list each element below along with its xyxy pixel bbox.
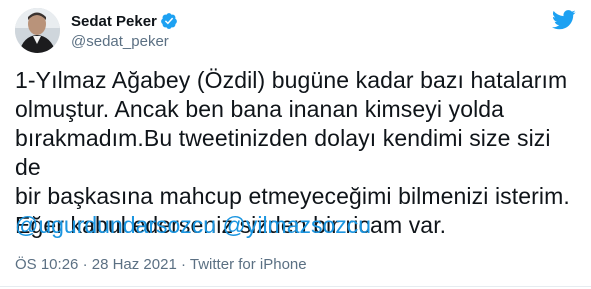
twitter-bird-icon[interactable] bbox=[552, 10, 576, 30]
avatar-image bbox=[15, 8, 60, 53]
tweet-mentions: @ugurdundarsozcu @yilmazsozcu bbox=[15, 211, 371, 240]
divider bbox=[0, 286, 591, 287]
mention-link[interactable]: @ugurdundarsozcu bbox=[15, 212, 216, 238]
tweet-header: Sedat Peker @sedat_peker bbox=[15, 8, 576, 54]
tweet-time[interactable]: ÖS 10:26 bbox=[15, 256, 78, 273]
avatar[interactable] bbox=[15, 8, 60, 53]
meta-separator: · bbox=[82, 256, 88, 273]
meta-separator: · bbox=[180, 256, 186, 273]
mention-link[interactable]: @yilmazsozcu bbox=[222, 212, 371, 238]
tweet-meta: ÖS 10:26 · 28 Haz 2021 · Twitter for iPh… bbox=[15, 256, 307, 273]
author-handle[interactable]: @sedat_peker bbox=[71, 33, 178, 50]
author-display-name[interactable]: Sedat Peker bbox=[71, 13, 157, 30]
tweet-date[interactable]: 28 Haz 2021 bbox=[92, 256, 177, 273]
verified-badge-icon bbox=[160, 12, 178, 30]
tweet-source[interactable]: Twitter for iPhone bbox=[190, 256, 307, 273]
